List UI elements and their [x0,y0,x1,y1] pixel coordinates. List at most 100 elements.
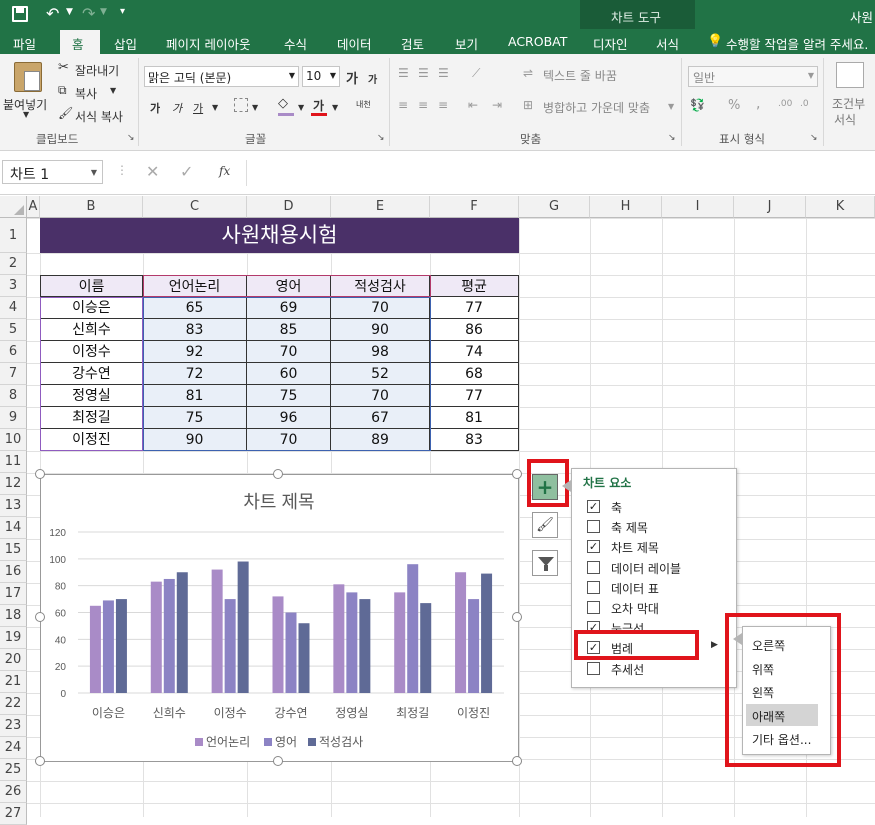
column-header-e[interactable]: E [331,196,430,218]
phonetic-button[interactable]: 내천 [356,99,371,110]
table-cell[interactable]: 이정수 [40,341,143,363]
row-header[interactable]: 2 [0,253,27,275]
copy-button[interactable]: 복사 [75,85,97,102]
align-right-icon[interactable]: ≡ [438,98,448,112]
table-cell[interactable]: 52 [331,363,430,385]
name-box[interactable]: 차트 1 ▼ [2,160,103,184]
merge-dropdown-icon[interactable]: ▼ [668,102,674,111]
row-header[interactable]: 20 [0,649,27,671]
fill-dropdown-icon[interactable]: ▼ [298,103,304,112]
chart-element-item[interactable]: 데이터 표 [611,580,659,597]
undo-dropdown-icon[interactable]: ▼ [66,7,73,17]
font-color-button[interactable]: 가 [313,97,324,114]
formula-input[interactable] [246,160,875,186]
table-cell[interactable]: 96 [247,407,331,429]
table-cell[interactable]: 89 [331,429,430,451]
table-cell[interactable]: 70 [247,429,331,451]
table-header-cell[interactable]: 언어논리 [143,275,247,297]
chart-filters-button[interactable] [532,550,558,576]
font-size-dropdown[interactable]: 10 ▼ [302,66,340,87]
table-header-cell[interactable]: 평균 [430,275,519,297]
table-cell[interactable]: 60 [247,363,331,385]
row-header[interactable]: 16 [0,561,27,583]
column-header-a[interactable]: A [27,196,40,218]
row-header[interactable]: 21 [0,671,27,693]
align-center-icon[interactable]: ≡ [418,98,428,112]
chart-element-item[interactable]: 축 [611,499,622,516]
enter-icon[interactable]: ✓ [180,162,193,181]
row-header[interactable]: 7 [0,363,27,385]
table-cell[interactable]: 74 [430,341,519,363]
increase-indent-icon[interactable]: ⇥ [492,98,502,112]
table-cell[interactable]: 67 [331,407,430,429]
column-header-c[interactable]: C [143,196,247,218]
copy-dropdown-icon[interactable]: ▼ [110,86,116,95]
row-header[interactable]: 9 [0,407,27,429]
chart-resize-handle[interactable] [512,469,522,479]
table-cell[interactable]: 70 [331,385,430,407]
column-header-f[interactable]: F [430,196,519,218]
tab-view[interactable]: 보기 [455,34,478,53]
row-header[interactable]: 15 [0,539,27,561]
chart-element-item[interactable]: 추세선 [611,661,644,678]
row-header[interactable]: 27 [0,803,27,825]
table-cell[interactable]: 신희수 [40,319,143,341]
chart-resize-handle[interactable] [35,469,45,479]
bold-button[interactable]: 가 [150,100,160,116]
number-format-dropdown[interactable]: 일반 ▼ [688,66,818,87]
alignment-launcher-icon[interactable]: ↘ [668,133,676,143]
row-header[interactable]: 6 [0,341,27,363]
table-cell[interactable]: 70 [247,341,331,363]
orientation-icon[interactable]: ⟋ [472,66,480,81]
select-all-corner[interactable] [0,196,27,218]
column-header-g[interactable]: G [519,196,590,218]
row-header[interactable]: 17 [0,583,27,605]
checkbox-0[interactable]: ✓ [587,500,600,513]
column-header-b[interactable]: B [40,196,143,218]
table-cell[interactable]: 86 [430,319,519,341]
row-header[interactable]: 26 [0,781,27,803]
table-cell[interactable]: 68 [430,363,519,385]
conditional-format-icon[interactable] [836,62,864,88]
table-cell[interactable]: 최정길 [40,407,143,429]
table-cell[interactable]: 70 [331,297,430,319]
tell-me-box[interactable]: 수행할 작업을 알려 주세요. [726,34,868,53]
table-cell[interactable]: 83 [143,319,247,341]
table-cell[interactable]: 72 [143,363,247,385]
table-cell[interactable]: 77 [430,297,519,319]
copy-icon[interactable]: ⧉ [58,83,67,98]
tab-formulas[interactable]: 수식 [284,34,307,53]
row-header[interactable]: 12 [0,473,27,495]
row-header[interactable]: 10 [0,429,27,451]
row-header[interactable]: 22 [0,693,27,715]
checkbox-3[interactable] [587,560,600,574]
align-bottom-icon[interactable]: ☰ [438,66,449,80]
undo-icon[interactable]: ↶ [46,4,59,23]
align-left-icon[interactable]: ≡ [398,98,408,112]
chart-element-item[interactable]: 축 제목 [611,519,648,536]
insert-function-button[interactable]: fx [219,164,230,178]
border-icon[interactable] [234,98,248,112]
tab-acrobat[interactable]: ACROBAT [508,34,567,49]
column-header-i[interactable]: I [662,196,734,218]
chart-resize-handle[interactable] [35,612,45,622]
row-header[interactable]: 25 [0,759,27,781]
chart-element-item[interactable]: 차트 제목 [611,539,659,556]
chart-resize-handle[interactable] [273,469,283,479]
table-cell[interactable]: 98 [331,341,430,363]
checkbox-2[interactable]: ✓ [587,540,600,554]
column-header-d[interactable]: D [247,196,331,218]
checkbox-1[interactable] [587,520,600,534]
underline-button[interactable]: 가 [193,100,203,116]
format-painter-button[interactable]: 서식 복사 [75,108,123,125]
chart-element-item[interactable]: 데이터 레이블 [611,560,681,577]
tab-page-layout[interactable]: 페이지 레이아웃 [166,34,250,53]
paste-dropdown-icon[interactable]: ▼ [23,110,29,119]
table-cell[interactable]: 90 [143,429,247,451]
table-cell[interactable]: 75 [247,385,331,407]
chart-resize-handle[interactable] [35,756,45,766]
wrap-text-icon[interactable]: ⇌ [523,66,533,80]
row-header[interactable]: 13 [0,495,27,517]
row-header[interactable]: 24 [0,737,27,759]
column-header-k[interactable]: K [806,196,875,218]
